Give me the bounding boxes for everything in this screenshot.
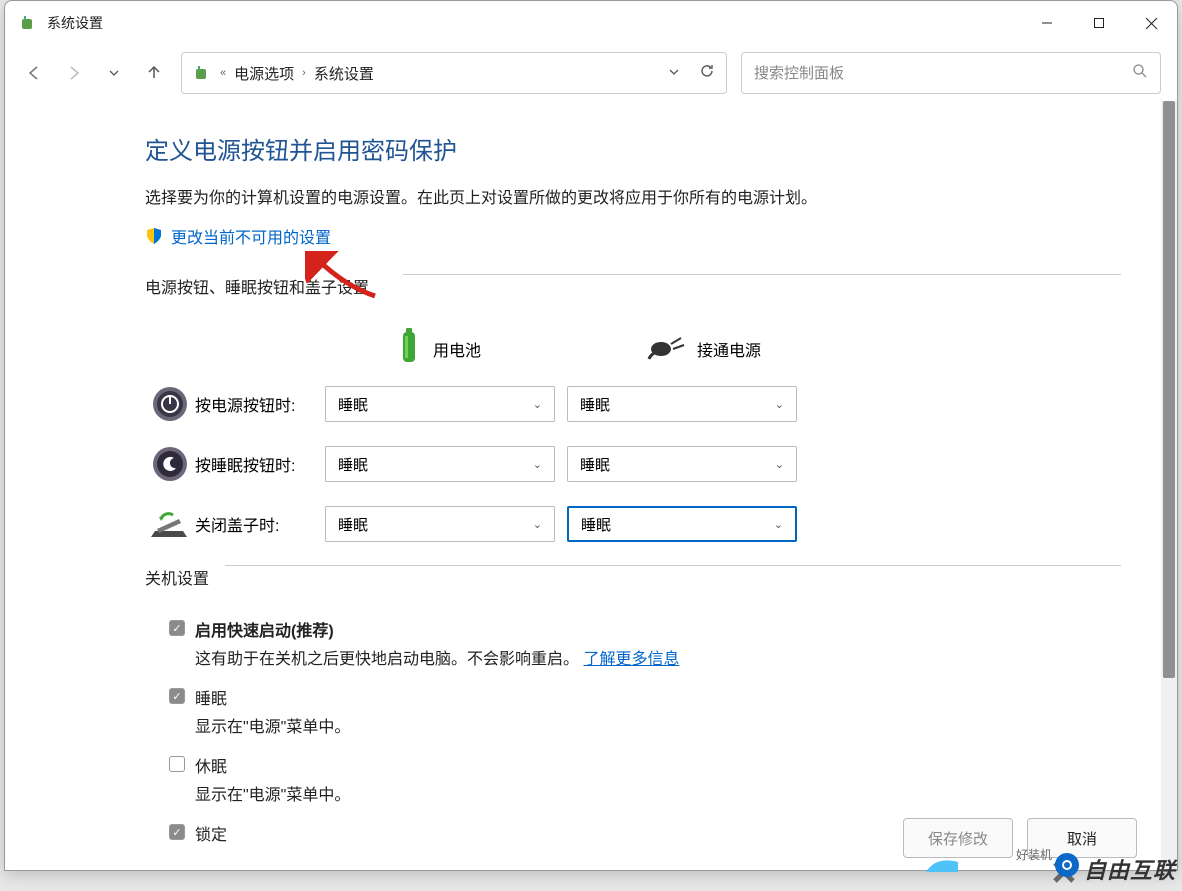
minimize-button[interactable] xyxy=(1021,1,1073,45)
row-power-button: 按电源按钮时: 睡眠⌄ 睡眠⌄ xyxy=(145,385,1161,423)
sleep-button-icon xyxy=(145,445,195,483)
watermark-icon-2 xyxy=(922,852,962,883)
breadcrumb-item-power[interactable]: 电源选项 xyxy=(234,63,294,84)
search-icon[interactable] xyxy=(1132,63,1148,83)
hibernate-title: 休眠 xyxy=(195,753,350,777)
nav-back-button[interactable] xyxy=(21,60,47,86)
battery-icon xyxy=(395,326,423,371)
col-plugged: 接通电源 xyxy=(647,326,887,371)
search-input[interactable] xyxy=(754,65,1132,82)
chevron-down-icon: ⌄ xyxy=(774,518,783,531)
chevron-down-icon: ⌄ xyxy=(533,458,542,471)
divider xyxy=(403,274,1121,275)
app-icon xyxy=(19,14,37,32)
nav-forward-button[interactable] xyxy=(61,60,87,86)
sleep-button-plugged-select[interactable]: 睡眠⌄ xyxy=(567,446,797,482)
window: 系统设置 « 电源选项 › 系统设置 定义电源按 xyxy=(4,0,1178,871)
col-plugged-label: 接通电源 xyxy=(697,337,761,361)
watermark-icon-1 xyxy=(1052,852,1082,883)
plug-icon xyxy=(647,331,687,366)
lid-icon xyxy=(145,505,195,543)
breadcrumb-item-settings[interactable]: 系统设置 xyxy=(314,63,374,84)
chevron-down-icon: ⌄ xyxy=(775,458,784,471)
row-power-label: 按电源按钮时: xyxy=(195,392,325,416)
chevron-down-icon: ⌄ xyxy=(533,398,542,411)
group-shutdown-label: 关机设置 xyxy=(145,565,209,589)
nav-up-button[interactable] xyxy=(141,60,167,86)
change-unavailable-link[interactable]: 更改当前不可用的设置 xyxy=(171,224,331,248)
power-button-battery-select[interactable]: 睡眠⌄ xyxy=(325,386,555,422)
lock-title: 锁定 xyxy=(195,821,227,845)
group-buttons-label: 电源按钮、睡眠按钮和盖子设置 xyxy=(145,274,369,298)
sleep-button-battery-select[interactable]: 睡眠⌄ xyxy=(325,446,555,482)
sleep-checkbox[interactable]: ✓ xyxy=(169,688,185,704)
hibernate-sub: 显示在"电源"菜单中。 xyxy=(195,781,350,805)
titlebar: 系统设置 xyxy=(5,1,1177,45)
fast-startup-checkbox[interactable]: ✓ xyxy=(169,620,185,636)
sleep-sub: 显示在"电源"菜单中。 xyxy=(195,713,350,737)
breadcrumb[interactable]: « 电源选项 › 系统设置 xyxy=(181,52,727,94)
window-title: 系统设置 xyxy=(47,13,1021,33)
refresh-icon[interactable] xyxy=(698,62,716,84)
lid-plugged-select[interactable]: 睡眠⌄ xyxy=(567,506,797,542)
sleep-title: 睡眠 xyxy=(195,685,350,709)
column-headers: 用电池 接通电源 xyxy=(395,326,1161,371)
fast-startup-sub: 这有助于在关机之后更快地启动电脑。不会影响重启。 了解更多信息 xyxy=(195,645,679,669)
row-lid-label: 关闭盖子时: xyxy=(195,512,325,536)
power-button-icon xyxy=(145,385,195,423)
learn-more-link[interactable]: 了解更多信息 xyxy=(583,651,679,668)
fast-startup-row: ✓ 启用快速启动(推荐) 这有助于在关机之后更快地启动电脑。不会影响重启。 了解… xyxy=(169,617,1161,679)
vertical-scrollbar[interactable] xyxy=(1161,101,1177,870)
divider xyxy=(225,565,1121,566)
hibernate-checkbox[interactable] xyxy=(169,756,185,772)
window-controls xyxy=(1021,1,1177,45)
admin-link-row: 更改当前不可用的设置 xyxy=(145,224,1161,248)
close-button[interactable] xyxy=(1125,1,1177,45)
address-row: « 电源选项 › 系统设置 xyxy=(5,45,1177,101)
search-box[interactable] xyxy=(741,52,1161,94)
nav-history-button[interactable] xyxy=(101,60,127,86)
page-heading: 定义电源按钮并启用密码保护 xyxy=(145,131,1161,166)
chevron-down-icon: ⌄ xyxy=(775,398,784,411)
content-area: 定义电源按钮并启用密码保护 选择要为你的计算机设置的电源设置。在此页上对设置所做… xyxy=(5,101,1161,870)
row-sleep-button: 按睡眠按钮时: 睡眠⌄ 睡眠⌄ xyxy=(145,445,1161,483)
breadcrumb-icon xyxy=(192,63,212,83)
breadcrumb-back-chev[interactable]: « xyxy=(218,67,228,79)
watermark-2: 好装机 xyxy=(1016,846,1052,863)
chevron-right-icon: › xyxy=(300,67,308,79)
row-sleep-label: 按睡眠按钮时: xyxy=(195,452,325,476)
maximize-button[interactable] xyxy=(1073,1,1125,45)
fast-startup-title: 启用快速启动(推荐) xyxy=(195,617,679,641)
col-battery-label: 用电池 xyxy=(433,337,481,361)
shield-icon xyxy=(145,227,163,245)
col-battery: 用电池 xyxy=(395,326,635,371)
lid-battery-select[interactable]: 睡眠⌄ xyxy=(325,506,555,542)
sleep-row: ✓ 睡眠 显示在"电源"菜单中。 xyxy=(169,685,1161,747)
lock-checkbox[interactable]: ✓ xyxy=(169,824,185,840)
breadcrumb-dropdown-icon[interactable] xyxy=(668,65,680,82)
page-description: 选择要为你的计算机设置的电源设置。在此页上对设置所做的更改将应用于你所有的电源计… xyxy=(145,184,1161,208)
chevron-down-icon: ⌄ xyxy=(533,518,542,531)
hibernate-row: 休眠 显示在"电源"菜单中。 xyxy=(169,753,1161,815)
row-lid: 关闭盖子时: 睡眠⌄ 睡眠⌄ xyxy=(145,505,1161,543)
power-button-plugged-select[interactable]: 睡眠⌄ xyxy=(567,386,797,422)
scrollbar-thumb[interactable] xyxy=(1163,101,1175,678)
